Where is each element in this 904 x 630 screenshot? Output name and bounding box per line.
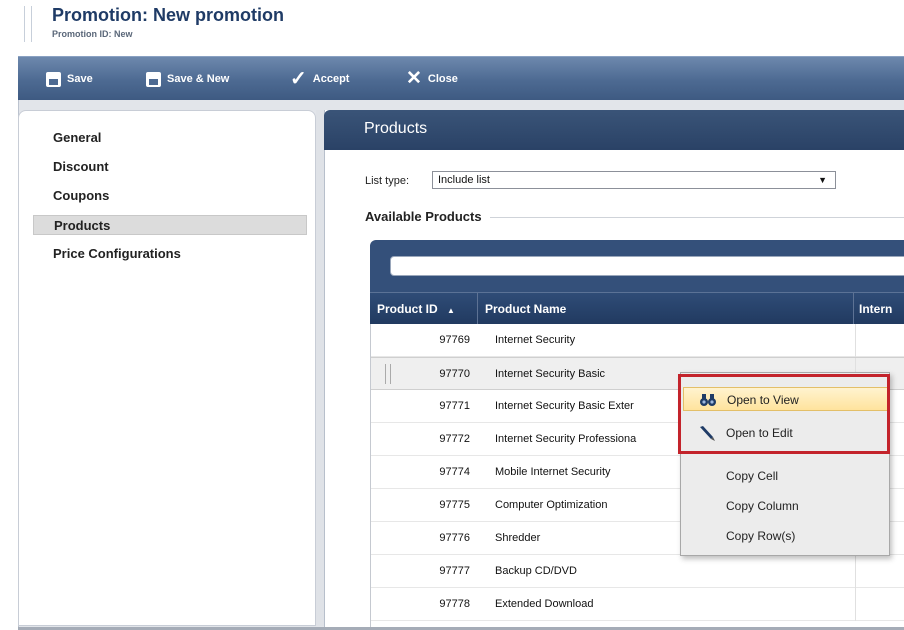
column-internal[interactable]: Intern	[854, 293, 904, 325]
products-header: Products	[324, 110, 904, 150]
list-type-label: List type:	[365, 175, 410, 187]
nav-discount[interactable]: Discount	[33, 157, 307, 177]
column-product-id[interactable]: Product ID ▲	[370, 293, 478, 325]
list-type-select[interactable]: Include list ▼	[432, 171, 836, 189]
menu-copy-cell[interactable]: Copy Cell	[683, 464, 889, 488]
toolbar: Save Save & New ✓ Accept ✕ Close	[18, 56, 904, 100]
annotation-highlight-box	[678, 374, 890, 454]
table-row[interactable]: 97769 Internet Security	[371, 324, 904, 357]
products-title: Products	[364, 120, 428, 137]
title-area: Promotion: New promotion Promotion ID: N…	[0, 0, 904, 52]
window-grip[interactable]	[24, 6, 32, 42]
dropdown-arrow-icon: ▼	[818, 175, 827, 185]
nav-products[interactable]: Products	[33, 215, 307, 235]
column-product-name[interactable]: Product Name	[478, 293, 854, 325]
save-button[interactable]: Save	[46, 69, 93, 89]
grid-header: Product ID ▲ Product Name Intern	[370, 292, 904, 325]
accept-button[interactable]: ✓ Accept	[290, 69, 349, 89]
table-row[interactable]: 97777 Backup CD/DVD	[371, 555, 904, 588]
grid-search-input[interactable]	[390, 256, 904, 276]
save-new-icon	[146, 71, 161, 87]
list-type-value: Include list	[438, 174, 490, 186]
sort-asc-icon: ▲	[447, 306, 455, 315]
menu-copy-rows[interactable]: Copy Row(s)	[683, 524, 889, 548]
promotion-id: Promotion ID: New	[52, 29, 133, 39]
close-icon: ✕	[406, 68, 422, 89]
close-button[interactable]: ✕ Close	[406, 69, 458, 89]
nav-price-configurations[interactable]: Price Configurations	[33, 244, 307, 264]
grid-toolbar	[370, 240, 904, 292]
nav-coupons[interactable]: Coupons	[33, 186, 307, 206]
save-icon	[46, 71, 61, 87]
page-title: Promotion: New promotion	[52, 5, 284, 25]
promotion-window: Promotion: New promotion Promotion ID: N…	[0, 0, 904, 630]
table-row[interactable]: 97778 Extended Download	[371, 588, 904, 621]
save-new-button[interactable]: Save & New	[146, 69, 229, 89]
panel-divider[interactable]	[316, 110, 324, 626]
menu-copy-column[interactable]: Copy Column	[683, 494, 889, 518]
nav-general[interactable]: General	[33, 128, 307, 148]
checkmark-icon: ✓	[290, 68, 307, 90]
available-products-label: Available Products	[365, 209, 490, 224]
section-nav: General Discount Coupons Products Price …	[18, 110, 316, 626]
